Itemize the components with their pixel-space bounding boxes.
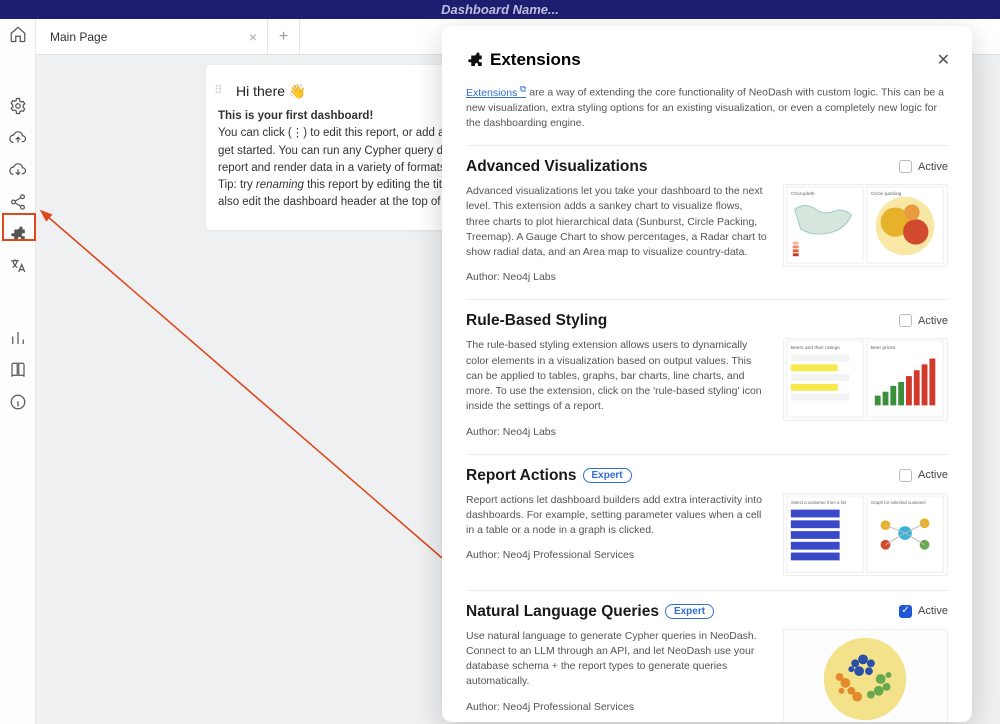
expert-badge: Expert	[583, 468, 632, 483]
share-icon[interactable]	[9, 193, 27, 211]
tab-label: Main Page	[50, 30, 107, 44]
settings-gear-icon[interactable]	[9, 97, 27, 115]
section-report-actions: Active Report Actions Expert Report acti…	[466, 467, 948, 576]
active-toggle[interactable]: Active	[899, 314, 948, 327]
left-toolbar	[0, 19, 36, 724]
modal-title: Extensions	[466, 50, 948, 70]
checkbox-unchecked[interactable]	[899, 160, 912, 173]
app-header: Dashboard Name...	[0, 0, 1000, 19]
chart-icon[interactable]	[9, 329, 27, 347]
section-preview-ra: Select a customer from a list Graph for …	[783, 493, 948, 576]
modal-intro: Extensions ⧉ are a way of extending the …	[466, 82, 948, 131]
svg-text:Choropleth: Choropleth	[791, 191, 815, 197]
section-preview-nlq	[783, 629, 948, 722]
cloud-upload-icon[interactable]	[9, 129, 27, 147]
section-rule-based-styling: Active Rule-Based Styling The rule-based…	[466, 312, 948, 439]
close-icon[interactable]: ✕	[937, 50, 950, 70]
section-natural-language-queries: Active Natural Language Queries Expert U…	[466, 603, 948, 722]
section-preview-adv: Choropleth Circle packing	[783, 184, 948, 267]
svg-text:Beers and their ratings: Beers and their ratings	[791, 345, 840, 351]
section-preview-rbs: Beers and their ratings Beer prices	[783, 338, 948, 421]
close-icon[interactable]: ×	[249, 29, 257, 45]
divider	[466, 590, 948, 591]
svg-text:Graph for selected customer: Graph for selected customer	[871, 500, 927, 505]
extensions-modal: Extensions ✕ Extensions ⧉ are a way of e…	[442, 26, 972, 722]
language-translate-icon[interactable]	[9, 257, 27, 275]
section-title: Rule-Based Styling	[466, 312, 948, 330]
dashboard-title[interactable]: Dashboard Name...	[441, 2, 559, 17]
svg-text:Select a customer from a list: Select a customer from a list	[791, 500, 847, 505]
section-desc: The rule-based styling extension allows …	[466, 338, 769, 414]
section-author: Author: Neo4j Professional Services	[466, 700, 769, 715]
active-toggle[interactable]: Active	[899, 469, 948, 482]
checkbox-unchecked[interactable]	[899, 469, 912, 482]
section-desc: Use natural language to generate Cypher …	[466, 629, 769, 690]
checkbox-unchecked[interactable]	[899, 314, 912, 327]
home-icon[interactable]	[9, 25, 27, 43]
section-author: Author: Neo4j Labs	[466, 425, 769, 440]
tab-main-page[interactable]: Main Page ×	[36, 19, 268, 54]
sidebar-selection-highlight	[2, 213, 36, 241]
info-icon[interactable]	[9, 393, 27, 411]
puzzle-icon	[466, 51, 484, 69]
active-toggle[interactable]: Active	[899, 605, 948, 618]
drag-handle-icon[interactable]: ⠿	[214, 83, 224, 97]
divider	[466, 299, 948, 300]
panel-line1: This is your first dashboard!	[218, 110, 373, 122]
add-tab-button[interactable]: +	[268, 19, 300, 54]
book-icon[interactable]	[9, 361, 27, 379]
section-author: Author: Neo4j Professional Services	[466, 548, 769, 563]
divider	[466, 145, 948, 146]
extensions-link[interactable]: Extensions ⧉	[466, 87, 526, 99]
svg-text:Beer prices: Beer prices	[871, 345, 896, 351]
section-desc: Advanced visualizations let you take you…	[466, 184, 769, 260]
section-advanced-visualizations: Active Advanced Visualizations Advanced …	[466, 158, 948, 285]
svg-text:Circle packing: Circle packing	[871, 191, 902, 197]
expert-badge: Expert	[665, 604, 714, 619]
section-title: Advanced Visualizations	[466, 158, 948, 176]
cloud-download-icon[interactable]	[9, 161, 27, 179]
active-toggle[interactable]: Active	[899, 160, 948, 173]
section-title: Natural Language Queries Expert	[466, 603, 948, 621]
external-link-icon: ⧉	[517, 83, 526, 93]
divider	[466, 454, 948, 455]
section-title: Report Actions Expert	[466, 467, 948, 485]
checkbox-checked[interactable]	[899, 605, 912, 618]
section-desc: Report actions let dashboard builders ad…	[466, 493, 769, 539]
section-author: Author: Neo4j Labs	[466, 270, 769, 285]
